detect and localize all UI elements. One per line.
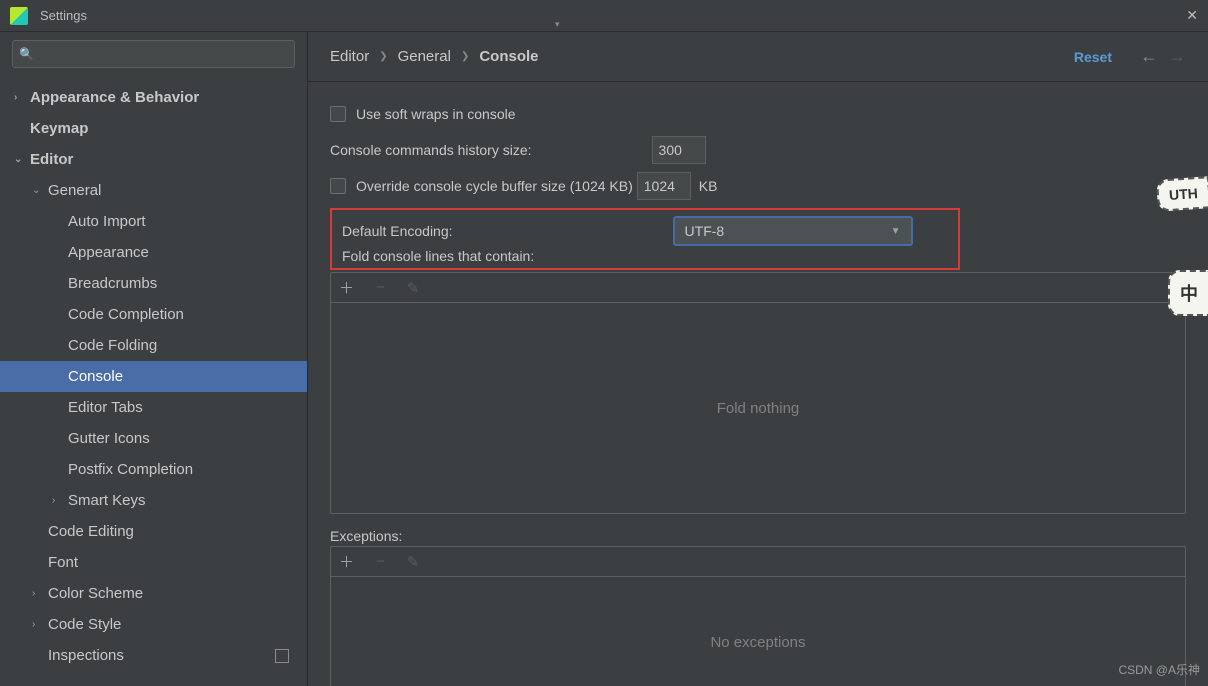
tree-item-label: Code Style [48,616,121,633]
tree-item-label: Console [68,368,123,385]
settings-tree: ›Appearance & BehaviorKeymap⌄Editor⌄Gene… [0,76,307,671]
tree-item-label: Inspections [48,647,124,664]
chevron-right-icon[interactable]: › [52,495,68,506]
forward-arrow-icon[interactable]: → [1168,46,1186,67]
default-encoding-label: Default Encoding: [342,223,453,239]
chevron-right-icon[interactable]: › [32,588,48,599]
window-title: Settings [40,8,1186,23]
default-encoding-value: UTF-8 [685,223,725,239]
tree-item-font[interactable]: Font [0,547,307,578]
chevron-right-icon: ❯ [461,51,469,62]
tree-item-label: Keymap [30,120,88,137]
add-icon[interactable]: ＋ [339,277,354,298]
edit-icon: ✎ [407,279,420,297]
fold-patterns-panel: ＋ − ✎ Fold nothing [330,272,1186,514]
chevron-right-icon[interactable]: › [14,92,30,103]
tree-item-code-style[interactable]: ›Code Style [0,609,307,640]
chevron-down-icon[interactable]: ⌄ [32,185,48,196]
soft-wraps-label: Use soft wraps in console [356,106,516,122]
tree-item-postfix-completion[interactable]: Postfix Completion [0,454,307,485]
tree-item-label: Color Scheme [48,585,143,602]
buffer-size-unit: KB [699,178,718,194]
pycharm-icon [10,7,28,25]
buffer-size-input[interactable] [637,172,691,200]
exceptions-label: Exceptions: [330,528,1186,544]
tree-item-editor[interactable]: ⌄Editor [0,144,307,175]
titlebar: Settings ✕ [0,0,1208,32]
decorative-stamp: UTH [1156,176,1208,212]
remove-icon: − [376,553,385,570]
breadcrumb[interactable]: Editor [330,48,369,65]
tree-item-appearance-behavior[interactable]: ›Appearance & Behavior [0,82,307,113]
history-size-input[interactable] [652,136,706,164]
soft-wraps-checkbox[interactable] [330,106,346,122]
tree-item-code-editing[interactable]: Code Editing [0,516,307,547]
override-buffer-checkbox[interactable] [330,178,346,194]
tree-item-keymap[interactable]: Keymap [0,113,307,144]
tree-item-color-scheme[interactable]: ›Color Scheme [0,578,307,609]
tree-item-auto-import[interactable]: Auto Import [0,206,307,237]
back-arrow-icon[interactable]: ← [1140,46,1158,67]
tree-item-label: Appearance [68,244,149,261]
tree-item-label: Appearance & Behavior [30,89,199,106]
history-size-label: Console commands history size: [330,142,532,158]
default-encoding-dropdown[interactable]: UTF-8 ▼ [673,216,913,246]
highlighted-region: Default Encoding: UTF-8 ▼ Fold console l… [330,208,960,270]
breadcrumb-current: Console [479,48,538,65]
chevron-down-icon: ▼ [891,226,901,237]
tree-item-code-completion[interactable]: Code Completion [0,299,307,330]
chevron-down-icon[interactable]: ⌄ [14,154,30,165]
tree-item-appearance[interactable]: Appearance [0,237,307,268]
fold-lines-label: Fold console lines that contain: [342,248,534,264]
chevron-right-icon: ❯ [379,51,387,62]
tree-item-label: Code Editing [48,523,134,540]
exceptions-panel: ＋ − ✎ No exceptions [330,546,1186,686]
settings-console-panel: Use soft wraps in console Console comman… [308,82,1208,686]
tree-item-breadcrumbs[interactable]: Breadcrumbs [0,268,307,299]
tree-item-label: Postfix Completion [68,461,193,478]
tree-item-gutter-icons[interactable]: Gutter Icons [0,423,307,454]
tree-item-label: Editor Tabs [68,399,143,416]
settings-sidebar: 🔍 ▾ ›Appearance & BehaviorKeymap⌄Editor⌄… [0,32,308,686]
tree-item-label: Code Folding [68,337,157,354]
tree-item-console[interactable]: Console [0,361,307,392]
add-icon[interactable]: ＋ [339,551,354,572]
tree-item-label: Auto Import [68,213,146,230]
exceptions-empty: No exceptions [331,577,1185,686]
remove-icon: − [376,279,385,296]
tree-item-label: Code Completion [68,306,184,323]
tree-item-smart-keys[interactable]: ›Smart Keys [0,485,307,516]
search-input[interactable] [12,40,295,68]
tree-item-label: Smart Keys [68,492,146,509]
edit-icon: ✎ [407,553,420,571]
tree-item-label: Breadcrumbs [68,275,157,292]
tree-item-label: Gutter Icons [68,430,150,447]
chevron-right-icon[interactable]: › [32,619,48,630]
watermark: CSDN @A乐神 [1118,661,1200,678]
fold-patterns-empty: Fold nothing [331,303,1185,513]
close-icon[interactable]: ✕ [1186,7,1198,24]
overridden-badge-icon [275,649,289,663]
tree-item-label: General [48,182,101,199]
reset-button[interactable]: Reset [1074,49,1112,65]
breadcrumb[interactable]: General [398,48,451,65]
tree-item-label: Font [48,554,78,571]
override-buffer-label: Override console cycle buffer size (1024… [356,178,633,194]
tree-item-label: Editor [30,151,73,168]
tree-item-editor-tabs[interactable]: Editor Tabs [0,392,307,423]
tree-item-general[interactable]: ⌄General [0,175,307,206]
tree-item-code-folding[interactable]: Code Folding [0,330,307,361]
breadcrumb-bar: Editor ❯ General ❯ Console Reset ← → [308,32,1208,82]
tree-item-inspections[interactable]: Inspections [0,640,307,671]
decorative-stamp: 中 [1168,270,1208,316]
